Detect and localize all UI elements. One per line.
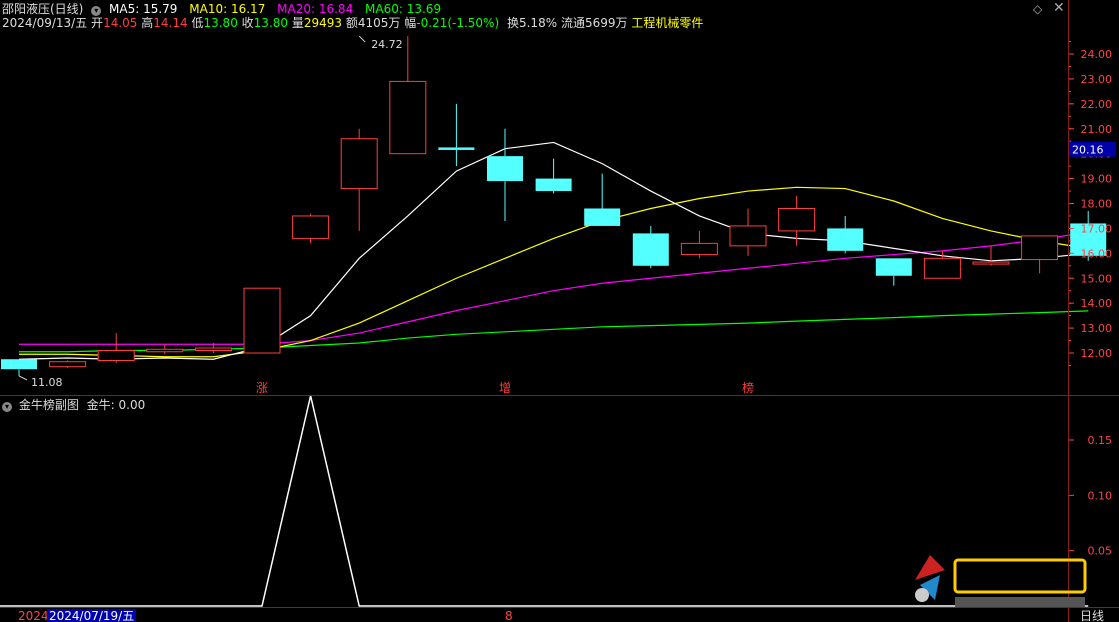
candle-body-down <box>584 208 621 226</box>
candle <box>875 258 912 286</box>
candle-body-up <box>1021 235 1059 261</box>
candle <box>438 103 475 167</box>
candle <box>680 230 718 259</box>
candle <box>535 158 572 194</box>
signal-markers: 涨增榜 <box>256 380 754 395</box>
y-tick-label: 17.00 <box>1081 222 1113 235</box>
candle-body-up <box>340 138 378 190</box>
cursor-date-badge: 2024/07/19/五 <box>47 609 137 622</box>
y-tick-label: 12.00 <box>1081 347 1113 360</box>
indicator-title[interactable]: 金牛榜副图 <box>19 398 79 412</box>
candle <box>729 208 767 256</box>
y-tick-label: 16.00 <box>1081 247 1113 260</box>
watermark-logo <box>915 555 1087 607</box>
candle-body-up <box>778 207 816 232</box>
min-price-label: 11.08 <box>31 376 63 389</box>
y-tick-label: 18.00 <box>1081 198 1113 211</box>
chevron-down-icon[interactable]: ▾ <box>2 402 12 412</box>
panel-divider[interactable] <box>0 395 1119 396</box>
candle-body-up <box>680 242 718 256</box>
logo-frame-icon <box>953 558 1087 594</box>
footer-year: 2024 <box>18 609 49 622</box>
candle <box>340 128 378 231</box>
candle <box>778 196 816 246</box>
candle <box>97 333 135 363</box>
candle-body-up <box>146 348 184 353</box>
candle-body-up <box>243 287 281 354</box>
y-tick-label: 19.00 <box>1081 173 1113 186</box>
candle-body-down <box>827 228 864 251</box>
logo-url-bar-icon <box>955 597 1085 607</box>
candle <box>1 359 37 376</box>
min-price-pointer <box>18 375 28 381</box>
candle-body-down <box>487 156 523 182</box>
candle-body-up <box>97 350 135 361</box>
candle-body-down <box>438 147 475 150</box>
signal-marker: 涨 <box>256 380 268 395</box>
current-price-label: 20.16 <box>1072 144 1104 157</box>
indicator-header: ▾ 金牛榜副图 金牛: 0.00 <box>2 398 145 412</box>
ma60-line <box>19 310 1089 353</box>
candle-body-down <box>1 359 37 370</box>
candle-body-down <box>535 178 572 192</box>
candle <box>292 213 330 244</box>
candle-body-up <box>292 215 330 239</box>
indicator-value: 金牛: 0.00 <box>86 398 146 412</box>
candle <box>243 287 281 354</box>
candle-body-up <box>729 225 767 247</box>
candlesticks[interactable] <box>1 36 1107 376</box>
candle-body-up <box>389 80 427 155</box>
y-tick-label: 24.00 <box>1081 48 1113 61</box>
candle <box>827 215 864 254</box>
candle <box>1021 235 1059 274</box>
arrow-logo-icon <box>915 555 945 580</box>
footer-month-mark: 8 <box>505 609 513 622</box>
max-price-pointer <box>358 35 366 43</box>
candle <box>487 128 523 221</box>
candle-body-down <box>875 258 912 276</box>
candle <box>49 360 87 368</box>
signal-marker: 榜 <box>742 380 754 395</box>
sub-y-tick-label: 0.10 <box>1088 489 1113 502</box>
candle-body-up <box>923 257 961 279</box>
candle <box>584 173 621 226</box>
candle-body-down <box>632 233 669 266</box>
candle <box>632 225 669 269</box>
sub-y-tick-label: 0.15 <box>1088 434 1113 447</box>
candle <box>146 344 184 355</box>
candle <box>972 245 1010 266</box>
candle-body-up <box>194 347 232 352</box>
max-price-label: 24.72 <box>371 38 403 51</box>
price-tags: 24.72 11.08 20.16 <box>18 35 1116 389</box>
y-tick-label: 21.00 <box>1081 123 1113 136</box>
candle-body-up <box>972 261 1010 265</box>
y-tick-label: 23.00 <box>1081 73 1113 86</box>
axis-divider <box>1068 0 1069 622</box>
logo-circle-icon <box>915 588 929 602</box>
candle-body-up <box>49 361 87 368</box>
ma20-line <box>19 231 1089 345</box>
kline-canvas[interactable]: 12.00 13.00 14.00 15.00 16.00 17.00 18.00 19.00… <box>0 0 1119 622</box>
y-tick-label: 22.00 <box>1081 98 1113 111</box>
y-tick-label: 13.00 <box>1081 322 1113 335</box>
candle <box>923 250 961 279</box>
signal-marker: 增 <box>499 381 511 395</box>
kline-chart-window: { "colors":{"up":"#ff3d3d","down":"#54ff… <box>0 0 1119 622</box>
y-tick-label: 14.00 <box>1081 297 1113 310</box>
y-tick-label: 15.00 <box>1081 272 1113 285</box>
price-axis-ticks: 12.00 13.00 14.00 15.00 16.00 17.00 18.00 19.00… <box>1068 41 1113 558</box>
candle <box>389 36 427 155</box>
